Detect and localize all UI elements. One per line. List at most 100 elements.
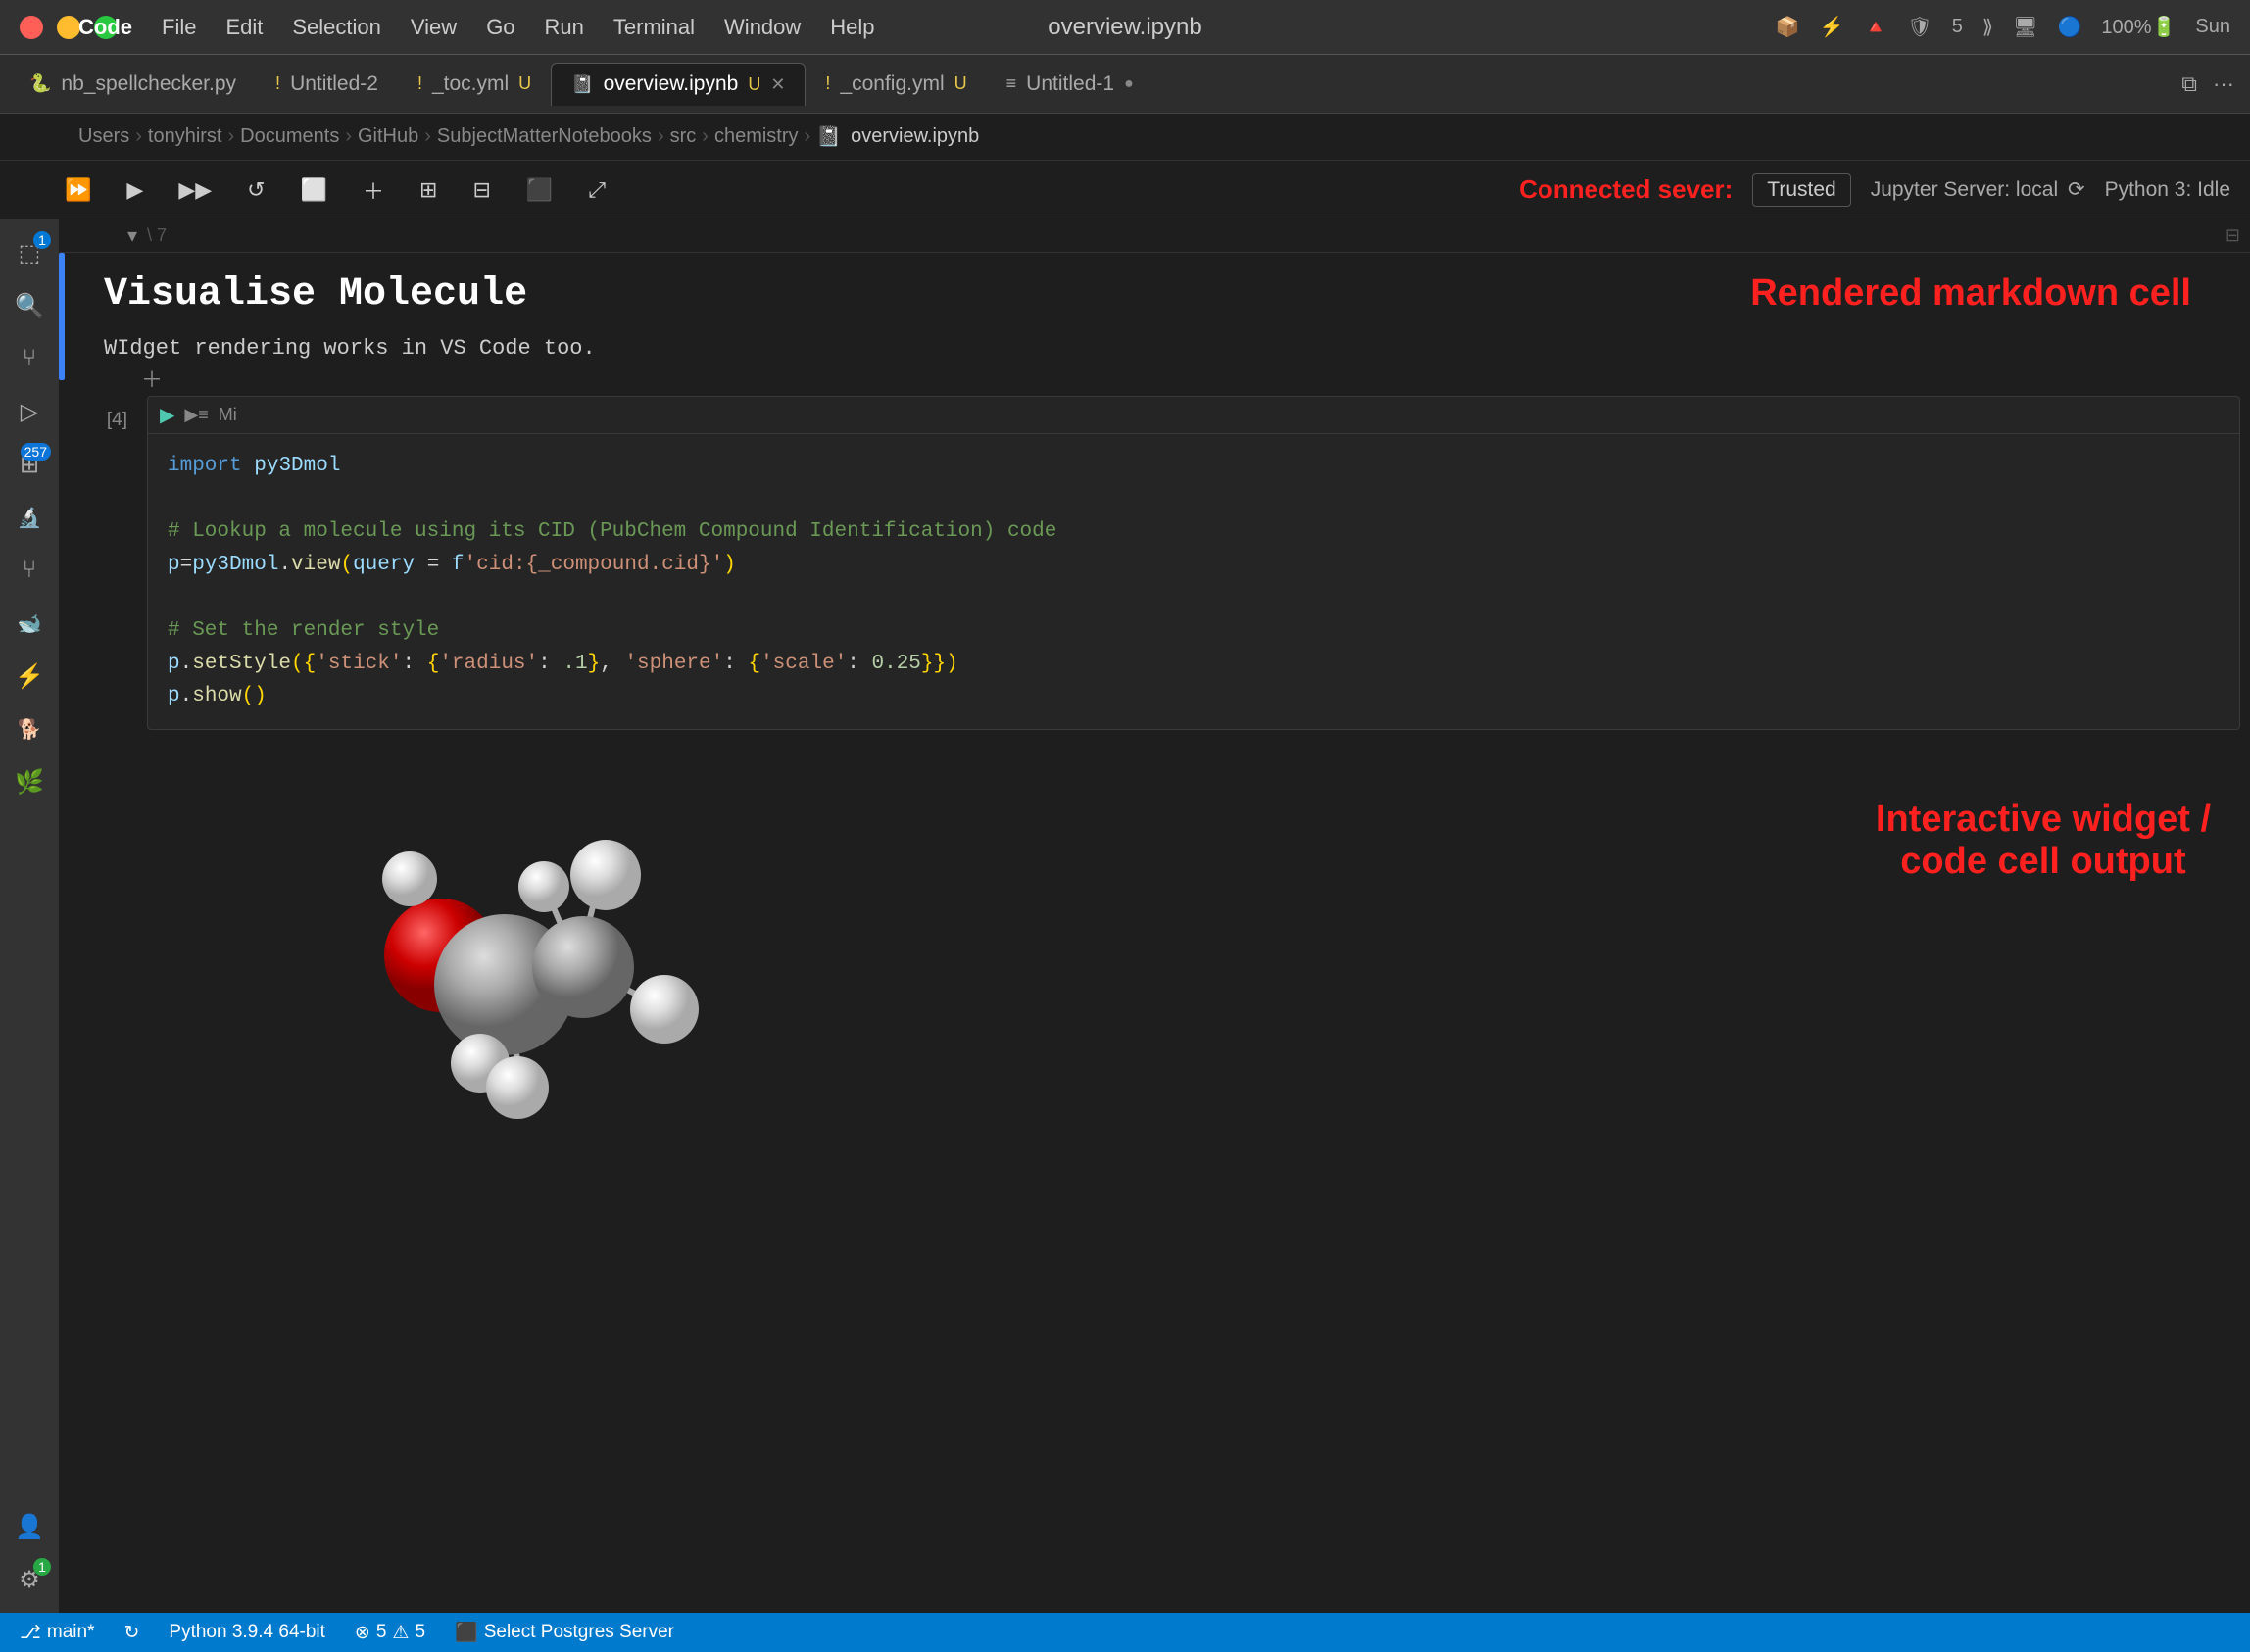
tab-overview[interactable]: 📓 overview.ipynb U ✕ bbox=[551, 63, 806, 106]
git-graph-icon: ⑂ bbox=[23, 557, 36, 584]
more-tabs-icon[interactable]: ··· bbox=[2213, 72, 2234, 97]
branch-icon: ⎇ bbox=[20, 1622, 41, 1644]
tab-untitled1[interactable]: ≡ Untitled-1 ● bbox=[987, 63, 1153, 106]
interrupt-btn[interactable]: ⬜ bbox=[295, 171, 333, 209]
cell-output: Interactive widget / code cell output bbox=[137, 740, 2250, 1158]
sidebar-item-docker[interactable]: 🐋 bbox=[6, 600, 53, 647]
menu-view[interactable]: View bbox=[411, 15, 457, 40]
sidebar-item-source-control[interactable]: ⑂ bbox=[6, 335, 53, 382]
variable-explorer-btn[interactable]: ⊞ bbox=[414, 171, 443, 209]
sidebar-item-explorer[interactable]: ⬚ 1 bbox=[6, 229, 53, 276]
datadog-icon: 🐕 bbox=[18, 717, 42, 742]
errors-indicator[interactable]: ⊗ 5 ⚠ 5 bbox=[355, 1622, 425, 1644]
db-selector[interactable]: ⬛ Select Postgres Server bbox=[455, 1621, 674, 1644]
settings-badge: 1 bbox=[33, 1558, 51, 1576]
sidebar-item-settings[interactable]: ⚙ 1 bbox=[6, 1556, 53, 1603]
menu-selection[interactable]: Selection bbox=[292, 15, 381, 40]
menu-code[interactable]: Code bbox=[78, 15, 132, 40]
menu-go[interactable]: Go bbox=[486, 15, 514, 40]
hydrogen-atom-3 bbox=[630, 975, 699, 1044]
branch-name: main* bbox=[47, 1622, 95, 1643]
split-editor-icon[interactable]: ⧉ bbox=[2181, 72, 2197, 97]
markdown-cell: Visualise Molecule WIdget rendering work… bbox=[59, 253, 2250, 380]
run-icon: ▷ bbox=[21, 398, 38, 426]
breadcrumb-documents[interactable]: Documents bbox=[240, 125, 339, 148]
cell-number: [4] bbox=[107, 410, 127, 431]
breadcrumb-src[interactable]: src bbox=[670, 125, 697, 148]
account-icon: 👤 bbox=[15, 1513, 44, 1541]
file-icon: 📓 bbox=[816, 124, 841, 149]
sync-indicator[interactable]: ↻ bbox=[123, 1622, 139, 1644]
activity-bar: ⬚ 1 🔍 ⑂ ▷ ⊞ 257 🔬 ⑂ 🐋 ⚡ 🐕 bbox=[0, 219, 59, 1613]
sidebar-item-search[interactable]: 🔍 bbox=[6, 282, 53, 329]
search-icon: 🔍 bbox=[15, 292, 44, 320]
sidebar-item-jupyter[interactable]: 🔬 bbox=[6, 494, 53, 541]
breadcrumb-github[interactable]: GitHub bbox=[358, 125, 418, 148]
molecule-svg bbox=[294, 740, 745, 1151]
trusted-badge[interactable]: Trusted bbox=[1752, 173, 1850, 207]
run-cell-btn[interactable]: ▶ bbox=[160, 403, 174, 427]
tab-label: _config.yml bbox=[840, 73, 944, 96]
expand-btn[interactable]: ⤢ bbox=[582, 171, 611, 209]
tab-untitled2[interactable]: ! Untitled-2 bbox=[256, 63, 398, 106]
cell-paragraph: WIdget rendering works in VS Code too. bbox=[104, 336, 2221, 361]
tab-config[interactable]: ! _config.yml U bbox=[806, 63, 986, 106]
rendered-markdown-annotation: Rendered markdown cell bbox=[1750, 272, 2191, 315]
menu-run[interactable]: Run bbox=[545, 15, 584, 40]
menu-file[interactable]: File bbox=[162, 15, 196, 40]
breadcrumb-user[interactable]: tonyhirst bbox=[148, 125, 222, 148]
code-toolbar: ▶ ▶≡ Mi bbox=[148, 397, 2239, 434]
activity-bottom: 👤 ⚙ 1 bbox=[6, 1503, 53, 1613]
titlebar-right: 📦 ⚡ 🔺 🛡 5 ⟫ 🖥 🔵 100%🔋 Sun bbox=[1776, 15, 2230, 39]
sidebar-item-globe[interactable]: 🌿 bbox=[6, 758, 53, 805]
data-viewer-btn[interactable]: ⊟ bbox=[466, 171, 496, 209]
sidebar-item-git-graph[interactable]: ⑂ bbox=[6, 547, 53, 594]
hydrogen-atom-4 bbox=[570, 840, 641, 910]
add-cell-btn[interactable]: ＋ bbox=[357, 169, 390, 212]
minimize-button[interactable] bbox=[57, 16, 80, 39]
cell-border-active bbox=[59, 253, 65, 380]
warning-icon: ! bbox=[825, 73, 830, 94]
run-btn[interactable]: ▶ bbox=[121, 171, 149, 209]
sidebar-item-extensions[interactable]: ⊞ 257 bbox=[6, 441, 53, 488]
cell-status-label: Mi bbox=[219, 405, 237, 425]
modified-indicator: U bbox=[748, 74, 760, 95]
python-version[interactable]: Python 3.9.4 64-bit bbox=[169, 1622, 325, 1643]
python-info[interactable]: Python 3: Idle bbox=[2105, 178, 2230, 202]
breadcrumb-users[interactable]: Users bbox=[78, 125, 129, 148]
tab-nb-spellchecker[interactable]: 🐍 nb_spellchecker.py bbox=[10, 63, 256, 106]
menu-edit[interactable]: Edit bbox=[225, 15, 263, 40]
menu-window[interactable]: Window bbox=[724, 15, 801, 40]
add-cell-button[interactable]: ＋ bbox=[141, 363, 163, 394]
sidebar-item-account[interactable]: 👤 bbox=[6, 1503, 53, 1550]
run-all-above-btn[interactable]: ⏩ bbox=[59, 171, 97, 209]
menu-terminal[interactable]: Terminal bbox=[613, 15, 695, 40]
code-line-4: # Set the render style bbox=[168, 614, 2220, 648]
docker-icon: 🐋 bbox=[18, 611, 42, 636]
breadcrumb-file[interactable]: overview.ipynb bbox=[851, 125, 979, 148]
run-below-icon[interactable]: ▶≡ bbox=[184, 405, 208, 425]
restart-btn[interactable]: ↺ bbox=[241, 171, 270, 209]
tab-close-button[interactable]: ✕ bbox=[770, 74, 785, 95]
code-cell-wrapper: ▶ ▶≡ Mi import py3Dmol # Lookup a molecu… bbox=[137, 396, 2250, 1158]
tab-toc[interactable]: ! _toc.yml U bbox=[398, 63, 551, 106]
warning-icon: ! bbox=[417, 73, 422, 94]
branch-indicator[interactable]: ⎇ main* bbox=[20, 1622, 94, 1644]
run-all-btn[interactable]: ▶▶ bbox=[172, 171, 218, 209]
sidebar-item-datadog[interactable]: 🐕 bbox=[6, 705, 53, 753]
close-button[interactable] bbox=[20, 16, 43, 39]
refresh-icon[interactable]: ⟳ bbox=[2068, 178, 2085, 201]
explorer-badge: 1 bbox=[33, 231, 51, 249]
menu-help[interactable]: Help bbox=[830, 15, 874, 40]
sidebar-item-run[interactable]: ▷ bbox=[6, 388, 53, 435]
cell-menu-icon: ⊟ bbox=[2226, 225, 2240, 246]
export-btn[interactable]: ⬛ bbox=[520, 171, 559, 209]
error-count: 5 bbox=[376, 1622, 387, 1643]
globe-icon: 🌿 bbox=[15, 768, 44, 797]
collapse-icon[interactable]: ▾ bbox=[127, 223, 137, 248]
breadcrumb-chemistry[interactable]: chemistry bbox=[714, 125, 799, 148]
breadcrumb: Users › tonyhirst › Documents › GitHub ›… bbox=[0, 114, 2250, 161]
code-line-2: # Lookup a molecule using its CID (PubCh… bbox=[168, 515, 2220, 549]
breadcrumb-repo[interactable]: SubjectMatterNotebooks bbox=[437, 125, 652, 148]
sidebar-item-remote[interactable]: ⚡ bbox=[6, 653, 53, 700]
